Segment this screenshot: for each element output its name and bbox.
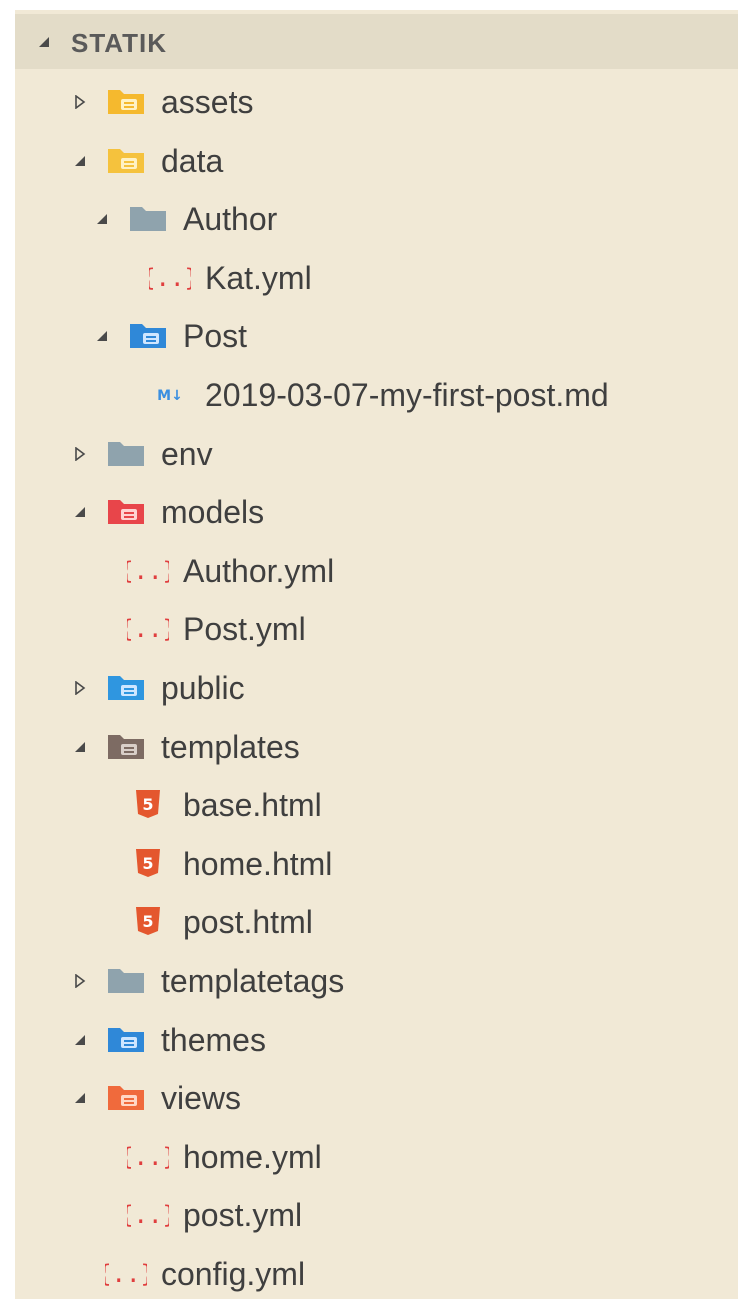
svg-text:{..}: {..} bbox=[149, 264, 191, 292]
tree-item-label: post.yml bbox=[183, 1197, 303, 1234]
svg-text:{..}: {..} bbox=[127, 1143, 169, 1171]
tree-folder-row[interactable]: public bbox=[15, 668, 738, 726]
markdown-file-icon: M↓ bbox=[149, 377, 191, 411]
chevron-right-icon[interactable] bbox=[73, 681, 87, 695]
chevron-down-icon[interactable] bbox=[73, 740, 87, 754]
chevron-right-icon[interactable] bbox=[73, 974, 87, 988]
chevron-down-icon[interactable] bbox=[73, 1091, 87, 1105]
tree-item-label: models bbox=[161, 494, 265, 531]
chevron-down-icon[interactable] bbox=[95, 329, 109, 343]
folder-icon bbox=[105, 963, 147, 997]
chevron-down-icon[interactable] bbox=[73, 1033, 87, 1047]
tree-item-label: Kat.yml bbox=[205, 259, 312, 296]
tree-folder-row[interactable]: templates bbox=[15, 727, 738, 785]
tree-file-row[interactable]: {..} post.yml bbox=[15, 1195, 738, 1253]
tree-item-label: data bbox=[161, 142, 224, 179]
chevron-right-icon[interactable] bbox=[73, 446, 87, 461]
tree-folder-row[interactable]: env bbox=[15, 434, 738, 492]
folder-icon bbox=[105, 436, 147, 470]
yaml-file-icon: {..} bbox=[127, 553, 169, 587]
folder-models-icon bbox=[105, 494, 147, 528]
tree-folder-row[interactable]: themes bbox=[15, 1020, 738, 1078]
tree-item-label: Author.yml bbox=[183, 552, 335, 589]
svg-text:{..}: {..} bbox=[105, 1260, 147, 1288]
chevron-down-icon[interactable] bbox=[73, 154, 87, 168]
tree-item-label: config.yml bbox=[161, 1256, 306, 1292]
tree-folder-row[interactable]: models bbox=[15, 492, 738, 550]
tree-item-label: env bbox=[161, 435, 213, 472]
chevron-down-icon[interactable] bbox=[37, 35, 51, 49]
tree-file-row[interactable]: 5 post.html bbox=[15, 902, 738, 960]
svg-text:M↓: M↓ bbox=[157, 388, 183, 404]
folder-post-icon bbox=[127, 318, 169, 352]
tree-item-label: post.html bbox=[183, 904, 313, 941]
tree-item-label: assets bbox=[161, 84, 254, 120]
svg-text:{..}: {..} bbox=[127, 615, 169, 643]
folder-data-icon bbox=[105, 143, 147, 177]
yaml-file-icon: {..} bbox=[105, 1256, 147, 1290]
tree-file-row[interactable]: {..} Kat.yml bbox=[15, 258, 738, 316]
folder-views-icon bbox=[105, 1080, 147, 1114]
chevron-right-icon[interactable] bbox=[73, 95, 87, 109]
tree-folder-row[interactable]: templatetags bbox=[15, 961, 738, 1019]
yaml-file-icon: {..} bbox=[127, 1197, 169, 1231]
chevron-down-icon[interactable] bbox=[95, 212, 109, 226]
tree-item-label: Author bbox=[183, 201, 278, 238]
folder-themes-icon bbox=[105, 1022, 147, 1056]
folder-icon bbox=[127, 201, 169, 235]
tree-item-label: 2019-03-07-my-first-post.md bbox=[205, 377, 609, 413]
chevron-down-icon[interactable] bbox=[73, 505, 87, 519]
svg-text:5: 5 bbox=[142, 795, 153, 814]
explorer-title: STATIK bbox=[71, 28, 168, 58]
tree-folder-row[interactable]: views bbox=[15, 1078, 738, 1136]
explorer-section-header[interactable]: STATIK bbox=[15, 14, 738, 69]
html5-file-icon: 5 bbox=[127, 904, 169, 938]
folder-templates-icon bbox=[105, 729, 147, 763]
tree-folder-row[interactable]: assets bbox=[15, 82, 738, 140]
html5-file-icon: 5 bbox=[127, 787, 169, 821]
yaml-file-icon: {..} bbox=[127, 1139, 169, 1173]
folder-assets-icon bbox=[105, 84, 147, 118]
svg-text:5: 5 bbox=[142, 854, 153, 873]
svg-text:5: 5 bbox=[142, 912, 153, 931]
tree-file-row[interactable]: {..} config.yml bbox=[15, 1254, 738, 1312]
tree-folder-row[interactable]: Author bbox=[15, 199, 738, 257]
tree-folder-row[interactable]: Post bbox=[15, 316, 738, 374]
tree-item-label: home.html bbox=[183, 845, 333, 882]
yaml-file-icon: {..} bbox=[149, 260, 191, 294]
tree-item-label: base.html bbox=[183, 787, 322, 824]
folder-public-icon bbox=[105, 670, 147, 704]
tree-item-label: Post.yml bbox=[183, 611, 306, 648]
tree-item-label: home.yml bbox=[183, 1138, 322, 1175]
tree-file-row[interactable]: M↓ 2019-03-07-my-first-post.md bbox=[15, 375, 738, 433]
tree-item-label: templates bbox=[161, 728, 300, 765]
tree-folder-row[interactable]: data bbox=[15, 141, 738, 199]
tree-item-label: templatetags bbox=[161, 963, 345, 999]
tree-item-label: views bbox=[161, 1080, 242, 1117]
svg-text:{..}: {..} bbox=[127, 557, 169, 585]
yaml-file-icon: {..} bbox=[127, 611, 169, 645]
tree-file-row[interactable]: {..} Post.yml bbox=[15, 609, 738, 667]
tree-file-row[interactable]: 5 base.html bbox=[15, 785, 738, 843]
svg-text:{..}: {..} bbox=[127, 1201, 169, 1229]
tree-file-row[interactable]: {..} home.yml bbox=[15, 1137, 738, 1195]
html5-file-icon: 5 bbox=[127, 846, 169, 880]
tree-item-label: public bbox=[161, 670, 245, 706]
tree-item-label: themes bbox=[161, 1021, 266, 1058]
file-explorer-panel: STATIK assets data Author {..} Kat.yml Post M↓… bbox=[15, 10, 738, 1299]
tree-file-row[interactable]: {..} Author.yml bbox=[15, 551, 738, 609]
tree-file-row[interactable]: 5 home.html bbox=[15, 844, 738, 902]
tree-item-label: Post bbox=[183, 318, 248, 355]
